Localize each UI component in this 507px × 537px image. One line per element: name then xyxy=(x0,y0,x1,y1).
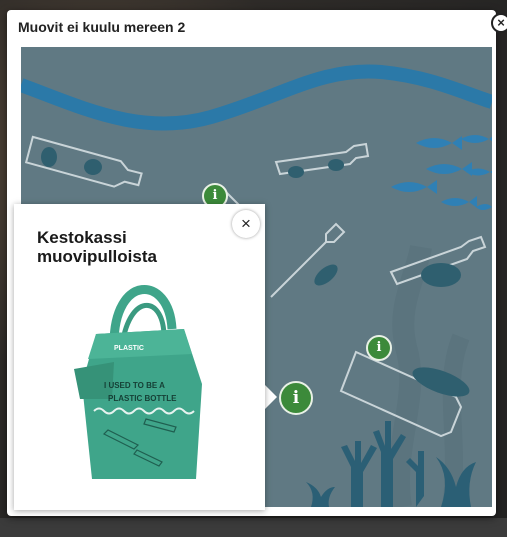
bag-print-text-3: PLASTIC BOTTLE xyxy=(108,394,177,403)
page-footer-bar xyxy=(0,518,507,537)
bag-print-text-2: I USED TO BE A xyxy=(104,381,165,390)
bag-print-text-1: PLASTIC xyxy=(114,345,144,352)
popup-close-button[interactable]: × xyxy=(232,210,260,238)
hotspot-info-icon-active[interactable]: i xyxy=(279,381,313,415)
info-popup: Kestokassi muovipulloista × PLASTIC I US… xyxy=(14,204,265,510)
modal-close-button[interactable]: × xyxy=(491,13,507,33)
tote-bag-image: PLASTIC I USED TO BE A PLASTIC BOTTLE xyxy=(74,285,202,479)
popup-pointer xyxy=(265,385,277,409)
modal-title: Muovit ei kuulu mereen 2 xyxy=(18,19,186,35)
popup-title: Kestokassi muovipulloista xyxy=(37,228,157,266)
hotspot-info-icon[interactable]: i xyxy=(366,335,392,361)
